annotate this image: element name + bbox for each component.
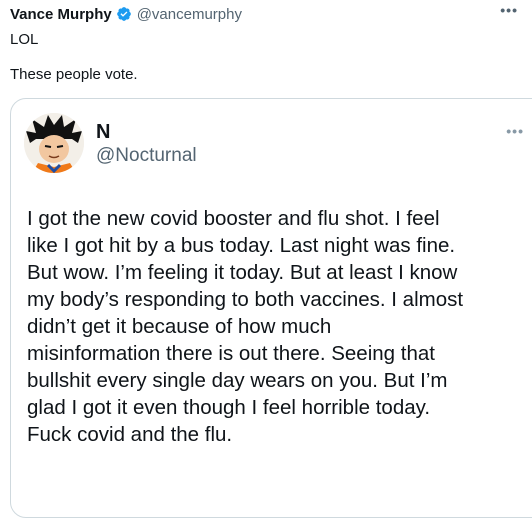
- avatar-image: [24, 113, 84, 173]
- tweet-text-line: LOL: [10, 31, 39, 48]
- quoted-author-name[interactable]: N: [96, 121, 110, 144]
- quoted-tweet-card[interactable]: N @Nocturnal ••• I got the new covid boo…: [10, 98, 532, 518]
- more-horizontal-icon[interactable]: •••: [500, 2, 518, 18]
- tweet-text-line: These people vote.: [10, 66, 138, 83]
- author-name[interactable]: Vance Murphy: [10, 6, 112, 23]
- author-handle[interactable]: @vancemurphy: [137, 6, 242, 23]
- verified-badge-icon: [116, 7, 131, 21]
- more-horizontal-icon[interactable]: •••: [506, 123, 524, 139]
- avatar[interactable]: [24, 113, 84, 173]
- quoted-author-handle[interactable]: @Nocturnal: [96, 145, 197, 167]
- tweet-header: Vance Murphy @vancemurphy: [10, 4, 242, 24]
- quoted-tweet-text: I got the new covid booster and flu shot…: [27, 207, 464, 446]
